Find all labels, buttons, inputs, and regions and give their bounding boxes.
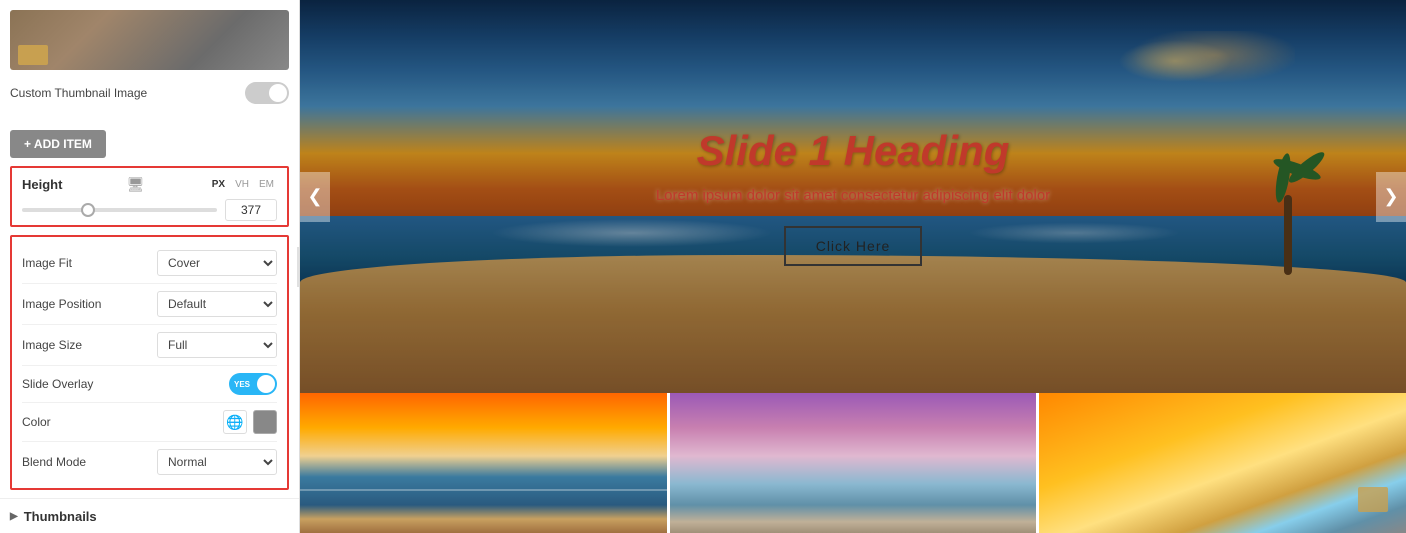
height-label: Height <box>22 177 62 192</box>
slide-cta-button[interactable]: Click Here <box>784 226 923 266</box>
image-fit-row: Image Fit Cover Contain Fill None <box>22 243 277 284</box>
right-panel: ❮ ❯ Slide 1 Heading Lorem ipsum dolor si… <box>300 0 1406 533</box>
thumbnail-strip: Custom Thumbnail Image NO <box>0 0 299 122</box>
image-fit-label: Image Fit <box>22 256 72 270</box>
thumbnails-header[interactable]: ▶ Thumbnails <box>10 509 289 524</box>
unit-tabs: PX VH EM <box>209 178 277 191</box>
height-header: Height 🖥 PX VH EM <box>22 176 277 193</box>
custom-thumbnail-row: Custom Thumbnail Image NO <box>10 78 289 112</box>
color-label: Color <box>22 415 51 429</box>
thumbnail-strip-bottom <box>300 393 1406 533</box>
height-slider-track[interactable] <box>22 208 217 212</box>
unit-em[interactable]: EM <box>256 178 277 191</box>
height-input[interactable]: 377 <box>225 199 277 221</box>
slide-overlay-row: Slide Overlay YES <box>22 366 277 403</box>
image-position-label: Image Position <box>22 297 101 311</box>
thumb-item-1[interactable] <box>300 393 670 533</box>
toggle-knob <box>269 84 287 102</box>
blend-mode-row: Blend Mode Normal Multiply Screen Overla… <box>22 442 277 482</box>
slide-overlay-toggle[interactable]: YES <box>229 373 277 395</box>
height-slider-row: 377 <box>22 199 277 221</box>
custom-thumbnail-toggle[interactable]: NO <box>245 82 289 104</box>
height-slider-thumb[interactable] <box>81 203 95 217</box>
custom-thumbnail-label: Custom Thumbnail Image <box>10 86 147 100</box>
thumb-item-3[interactable] <box>1039 393 1406 533</box>
slider-nav-right[interactable]: ❯ <box>1376 172 1406 222</box>
main-slider: ❮ ❯ Slide 1 Heading Lorem ipsum dolor si… <box>300 0 1406 393</box>
color-swatch[interactable] <box>253 410 277 434</box>
thumbnails-section: ▶ Thumbnails <box>0 498 299 533</box>
color-row: Color 🌐 <box>22 403 277 442</box>
slide-heading: Slide 1 Heading <box>697 127 1010 175</box>
image-position-select[interactable]: Default Top Center Bottom <box>157 291 277 317</box>
image-size-select[interactable]: Full Medium Thumbnail <box>157 332 277 358</box>
thumb-item-2[interactable] <box>670 393 1040 533</box>
chevron-right-icon: ▶ <box>10 511 18 522</box>
toggle-blue-knob <box>257 375 275 393</box>
add-item-button[interactable]: + ADD ITEM <box>10 130 106 158</box>
image-fit-select[interactable]: Cover Contain Fill None <box>157 250 277 276</box>
globe-icon[interactable]: 🌐 <box>223 410 247 434</box>
blend-mode-label: Blend Mode <box>22 455 86 469</box>
slider-content: Slide 1 Heading Lorem ipsum dolor sit am… <box>300 0 1406 393</box>
slider-nav-left[interactable]: ❮ <box>300 172 330 222</box>
image-size-label: Image Size <box>22 338 82 352</box>
blend-mode-select[interactable]: Normal Multiply Screen Overlay Darken Li… <box>157 449 277 475</box>
color-controls: 🌐 <box>223 410 277 434</box>
image-position-row: Image Position Default Top Center Bottom <box>22 284 277 325</box>
thumbnails-label: Thumbnails <box>24 509 97 524</box>
slide-subtext: Lorem ipsum dolor sit amet consectetur a… <box>656 187 1050 204</box>
unit-px[interactable]: PX <box>209 178 228 191</box>
left-panel: Custom Thumbnail Image NO + ADD ITEM Hei… <box>0 0 300 533</box>
yes-label: YES <box>234 380 250 389</box>
slide-overlay-label: Slide Overlay <box>22 377 93 391</box>
unit-vh[interactable]: VH <box>232 178 252 191</box>
image-settings-section: Image Fit Cover Contain Fill None Image … <box>10 235 289 490</box>
height-section: Height 🖥 PX VH EM 377 <box>10 166 289 227</box>
thumbnail-preview-image <box>10 10 289 70</box>
image-size-row: Image Size Full Medium Thumbnail <box>22 325 277 366</box>
monitor-icon: 🖥 <box>127 176 145 193</box>
